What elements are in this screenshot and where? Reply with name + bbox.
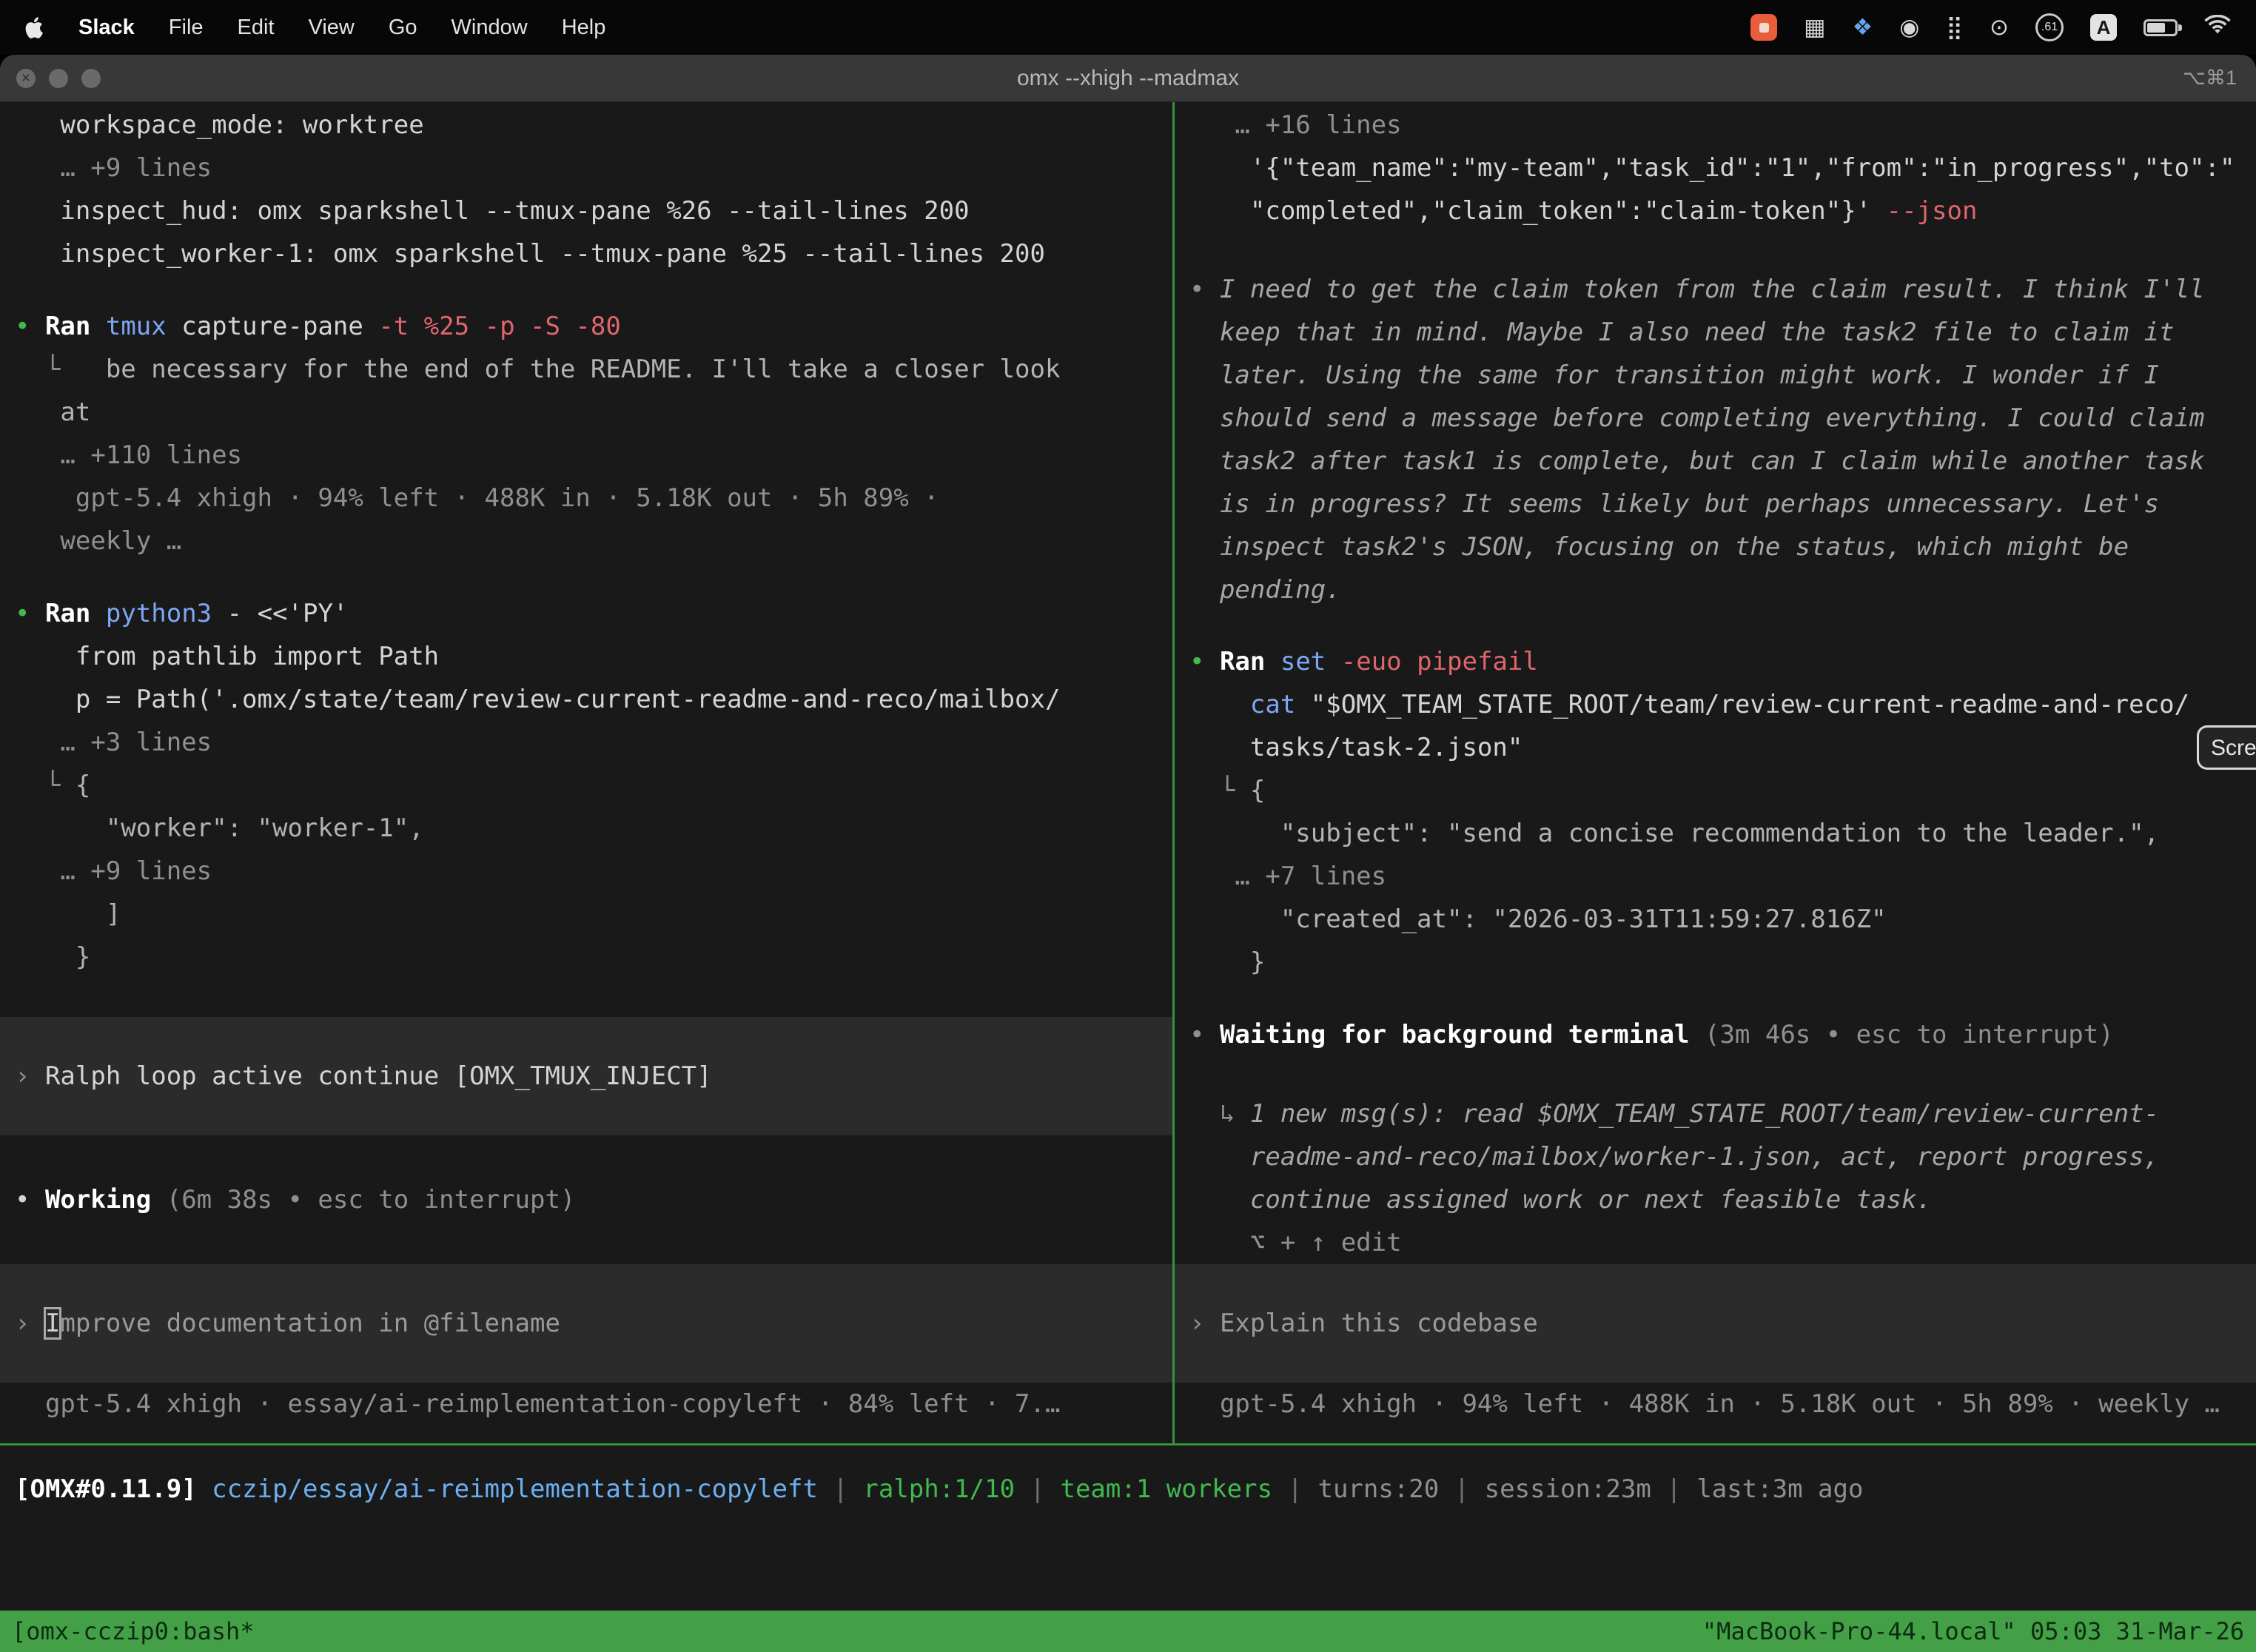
terminal-line: … +16 lines <box>1189 104 2241 147</box>
terminal-line: later. Using the same for transition mig… <box>1189 354 2241 397</box>
terminal-line: └ { <box>15 764 1158 807</box>
terminal-line: inspect_worker-1: omx sparkshell --tmux-… <box>15 232 1158 275</box>
terminal-line: … +3 lines <box>15 721 1158 764</box>
tmux-status-bar: [omx-cczip0:bash* "MacBook-Pro-44.local"… <box>0 1611 2256 1652</box>
window-title-bar[interactable]: × omx --xhigh --madmax ⌥⌘1 <box>0 55 2256 102</box>
terminal-line: should send a message before completing … <box>1189 397 2241 440</box>
wifi-icon[interactable] <box>2204 14 2231 41</box>
terminal-gap <box>15 1135 1158 1178</box>
app-icon-round[interactable]: ◉ <box>1899 14 1919 41</box>
app-icon-misc[interactable]: ⊙ <box>1990 14 2009 41</box>
terminal-line: task2 after task1 is complete, but can I… <box>1189 440 2241 483</box>
dots-grid-icon[interactable]: ⣿ <box>1946 14 1963 41</box>
terminal-line: … +110 lines <box>15 434 1158 477</box>
apple-menu-icon[interactable] <box>25 16 44 39</box>
terminal-line: "created_at": "2026-03-31T11:59:27.816Z" <box>1189 898 2241 941</box>
terminal-gap <box>1189 1056 2241 1092</box>
minimize-button[interactable] <box>49 69 68 88</box>
window-shortcut-hint: ⌥⌘1 <box>2183 67 2237 90</box>
terminal-gap <box>15 1221 1158 1264</box>
terminal-line: "worker": "worker-1", <box>15 807 1158 850</box>
terminal-gap <box>1189 611 2241 640</box>
prompt-suggestion: › Explain this codebase <box>1175 1264 2256 1383</box>
menu-item-edit[interactable]: Edit <box>238 16 275 40</box>
terminal-line: inspect task2's JSON, focusing on the st… <box>1189 526 2241 568</box>
terminal-line: "completed","claim_token":"claim-token"}… <box>1189 189 2241 232</box>
gauge-icon[interactable]: .61 <box>2035 13 2064 41</box>
terminal-line: continue assigned work or next feasible … <box>1189 1178 2241 1221</box>
terminal-line: readme-and-reco/mailbox/worker-1.json, a… <box>1189 1135 2241 1178</box>
terminal-window: × omx --xhigh --madmax ⌥⌘1 workspace_mod… <box>0 55 2256 1652</box>
terminal-line: gpt-5.4 xhigh · 94% left · 488K in · 5.1… <box>15 477 1158 520</box>
terminal-line: • I need to get the claim token from the… <box>1189 268 2241 311</box>
screen-recording-indicator[interactable] <box>1750 14 1777 41</box>
block-cursor: I <box>45 1309 60 1338</box>
terminal-line: • Ran python3 - <<'PY' <box>15 592 1158 635</box>
terminal-line: } <box>15 936 1158 978</box>
terminal-line: • Ran set -euo pipefail <box>1189 640 2241 683</box>
menu-item-help[interactable]: Help <box>562 16 606 40</box>
close-button[interactable]: × <box>16 69 36 88</box>
agent-pane-right[interactable]: … +16 lines '{"team_name":"my-team","tas… <box>1172 102 2256 1443</box>
terminal-gap <box>15 275 1158 305</box>
menu-item-window[interactable]: Window <box>451 16 528 40</box>
terminal-line: weekly … <box>15 520 1158 563</box>
terminal-line: at <box>15 391 1158 434</box>
terminal-line: pending. <box>1189 568 2241 611</box>
terminal-line: • Waiting for background terminal (3m 46… <box>1189 1013 2241 1056</box>
prompt-suggestion: › Improve documentation in @filename <box>0 1264 1172 1383</box>
terminal-line: from pathlib import Path <box>15 635 1158 678</box>
terminal-line: ↳ 1 new msg(s): read $OMX_TEAM_STATE_ROO… <box>1189 1092 2241 1135</box>
agent-pane-left[interactable]: workspace_mode: worktree … +9 lines insp… <box>0 102 1172 1443</box>
terminal-line: '{"team_name":"my-team","task_id":"1","f… <box>1189 147 2241 189</box>
terminal-line: • Working (6m 38s • esc to interrupt) <box>15 1178 1158 1221</box>
terminal-line: … +9 lines <box>15 147 1158 189</box>
terminal-line: … +7 lines <box>1189 855 2241 898</box>
terminal-line: └ { <box>1189 769 2241 812</box>
screen-overlay-badge[interactable]: Scre <box>2197 725 2256 770</box>
menu-item-view[interactable]: View <box>309 16 355 40</box>
terminal-line: is in progress? It seems likely but perh… <box>1189 483 2241 526</box>
input-source-icon[interactable]: A <box>2090 14 2117 41</box>
prompt-suggestion: › Ralph loop active continue [OMX_TMUX_I… <box>0 1017 1172 1135</box>
omx-status-line: [OMX#0.11.9] cczip/essay/ai-reimplementa… <box>0 1446 2256 1511</box>
zoom-button[interactable] <box>81 69 101 88</box>
terminal-line: gpt-5.4 xhigh · 94% left · 488K in · 5.1… <box>1189 1383 2241 1426</box>
terminal-line: gpt-5.4 xhigh · essay/ai-reimplementatio… <box>15 1383 1158 1426</box>
terminal-line: … +9 lines <box>15 850 1158 893</box>
terminal-line: ⌥ + ↑ edit <box>1189 1221 2241 1264</box>
terminal-line: } <box>1189 941 2241 984</box>
menu-item-go[interactable]: Go <box>389 16 417 40</box>
battery-icon[interactable] <box>2143 19 2178 36</box>
terminal-line: └ be necessary for the end of the README… <box>15 348 1158 391</box>
tmux-host-clock: "MacBook-Pro-44.local" 05:03 31-Mar-26 <box>1702 1611 2244 1652</box>
terminal-line: inspect_hud: omx sparkshell --tmux-pane … <box>15 189 1158 232</box>
terminal-gap <box>1189 232 2241 268</box>
terminal-line: tasks/task-2.json" <box>1189 726 2241 769</box>
terminal-line: • Ran tmux capture-pane -t %25 -p -S -80 <box>15 305 1158 348</box>
terminal-content: workspace_mode: worktree … +9 lines insp… <box>0 102 2256 1652</box>
terminal-line: cat "$OMX_TEAM_STATE_ROOT/team/review-cu… <box>1189 683 2241 726</box>
terminal-line: workspace_mode: worktree <box>15 104 1158 147</box>
app-icon-blue[interactable]: ❖ <box>1852 14 1873 41</box>
menu-bar: Slack File Edit View Go Window Help ▦ ❖ ◉ ⣿ ⊙ .61 A <box>0 0 2256 55</box>
menu-item-file[interactable]: File <box>169 16 204 40</box>
tmux-session-label: [omx-cczip0:bash* <box>12 1611 255 1652</box>
terminal-line: ] <box>15 893 1158 936</box>
terminal-gap <box>15 563 1158 592</box>
terminal-gap <box>15 978 1158 1017</box>
menu-app-name[interactable]: Slack <box>78 16 135 40</box>
terminal-line: "subject": "send a concise recommendatio… <box>1189 812 2241 855</box>
terminal-gap <box>1189 984 2241 1013</box>
window-title: omx --xhigh --madmax <box>0 66 2256 91</box>
terminal-line: p = Path('.omx/state/team/review-current… <box>15 678 1158 721</box>
window-grid-icon[interactable]: ▦ <box>1804 14 1825 41</box>
terminal-line: keep that in mind. Maybe I also need the… <box>1189 311 2241 354</box>
